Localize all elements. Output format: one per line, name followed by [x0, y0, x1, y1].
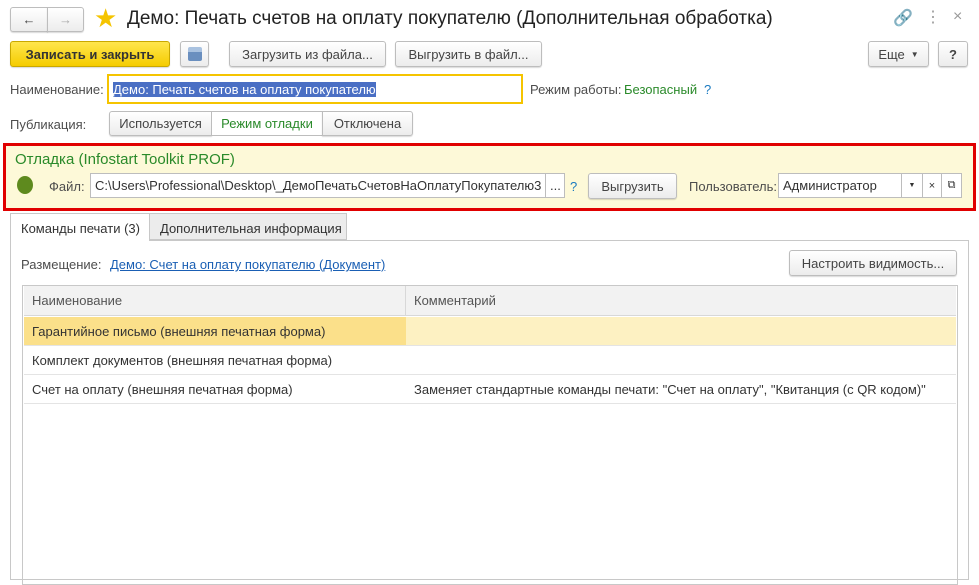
table-row[interactable]: Гарантийное письмо (внешняя печатная фор… — [24, 317, 956, 346]
user-select[interactable]: Администратор — [778, 173, 902, 198]
chevron-down-icon: ▼ — [910, 49, 919, 59]
more-menu-icon[interactable]: ⋮ — [925, 7, 941, 27]
more-button[interactable]: Еще ▼ — [868, 41, 929, 67]
commands-table: Наименование Комментарий Гарантийное пис… — [22, 285, 958, 585]
tab-content-panel: Размещение: Демо: Счет на оплату покупат… — [10, 240, 969, 585]
load-from-file-button[interactable]: Загрузить из файла... — [229, 41, 386, 67]
user-clear-button[interactable]: × — [922, 173, 942, 198]
cell-name: Счет на оплату (внешняя печатная форма) — [32, 381, 293, 397]
debug-panel: Отладка (Infostart Toolkit PROF) Файл: C… — [3, 143, 976, 211]
cell-name: Гарантийное письмо (внешняя печатная фор… — [24, 317, 406, 345]
publication-option-disabled[interactable]: Отключена — [322, 111, 413, 136]
placement-label: Размещение: — [21, 257, 102, 272]
save-button[interactable] — [180, 41, 209, 67]
forward-button[interactable]: → — [47, 7, 84, 32]
cell-comment — [406, 346, 414, 374]
back-button[interactable]: ← — [10, 7, 48, 32]
publication-label: Публикация: — [10, 117, 87, 132]
mode-value: Безопасный — [624, 82, 698, 97]
user-dropdown-button[interactable]: ▼ — [901, 173, 923, 198]
mode-label: Режим работы: — [530, 82, 622, 97]
floppy-disk-icon — [187, 47, 202, 61]
cell-comment — [406, 317, 414, 345]
configure-visibility-button[interactable]: Настроить видимость... — [789, 250, 957, 276]
cell-comment: Заменяет стандартные команды печати: "Сч… — [414, 381, 926, 397]
table-header: Наименование Комментарий — [24, 286, 956, 316]
chevron-down-icon: ▼ — [908, 182, 916, 189]
column-header-comment[interactable]: Комментарий — [406, 286, 496, 315]
unload-to-file-button[interactable]: Выгрузить в файл... — [395, 41, 542, 67]
file-help-link[interactable]: ? — [570, 179, 577, 194]
publication-option-used[interactable]: Используется — [109, 111, 212, 136]
tab-print-commands[interactable]: Команды печати (3) — [10, 213, 150, 241]
file-browse-button[interactable]: ... — [545, 173, 565, 198]
help-button[interactable]: ? — [938, 41, 968, 67]
more-label: Еще — [878, 46, 905, 62]
name-value: Демо: Печать счетов на оплату покупателю — [113, 81, 376, 97]
tab-additional-info[interactable]: Дополнительная информация — [149, 213, 347, 240]
debug-title: Отладка (Infostart Toolkit PROF) — [15, 151, 235, 168]
placement-link[interactable]: Демо: Счет на оплату покупателю (Докумен… — [110, 257, 385, 272]
user-label: Пользователь: — [689, 179, 777, 194]
file-label: Файл: — [49, 179, 85, 194]
publication-option-debug[interactable]: Режим отладки — [211, 111, 323, 136]
name-label: Наименование: — [10, 82, 104, 97]
table-row[interactable]: Комплект документов (внешняя печатная фо… — [24, 346, 956, 375]
favorite-star-icon[interactable]: ★ — [94, 3, 117, 34]
clear-icon: × — [928, 179, 936, 192]
mode-help-link[interactable]: ? — [704, 82, 711, 97]
table-row[interactable]: Счет на оплату (внешняя печатная форма) … — [24, 375, 956, 404]
open-icon: ⧉ — [947, 179, 956, 191]
window-title: Демо: Печать счетов на оплату покупателю… — [127, 8, 773, 29]
bug-icon — [17, 176, 33, 194]
file-input[interactable]: C:\Users\Professional\Desktop\_ДемоПечат… — [90, 173, 546, 198]
user-open-button[interactable]: ⧉ — [941, 173, 962, 198]
debug-unload-button[interactable]: Выгрузить — [588, 173, 677, 199]
column-header-name[interactable]: Наименование — [24, 286, 406, 315]
close-icon[interactable]: × — [953, 8, 962, 26]
save-and-close-button[interactable]: Записать и закрыть — [10, 41, 170, 67]
cell-name: Комплект документов (внешняя печатная фо… — [32, 352, 333, 368]
name-input[interactable]: Демо: Печать счетов на оплату покупателю — [107, 74, 523, 104]
link-icon[interactable]: 🔗 — [893, 8, 913, 28]
